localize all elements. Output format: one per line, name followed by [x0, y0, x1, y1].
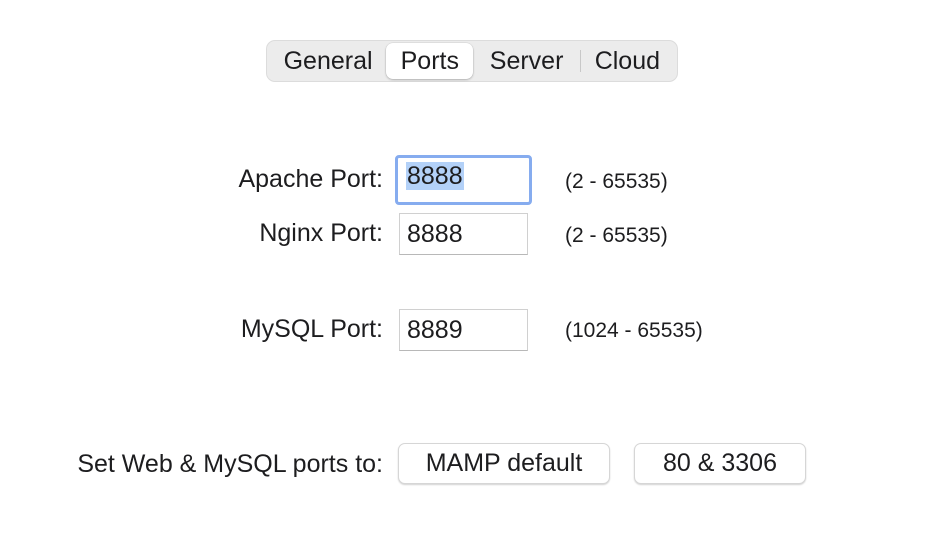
tab-ports[interactable]: Ports — [386, 43, 474, 79]
standard-ports-button[interactable]: 80 & 3306 — [634, 443, 806, 484]
mysql-port-input[interactable]: 8889 — [399, 309, 528, 351]
nginx-port-input[interactable]: 8888 — [399, 213, 528, 255]
mamp-default-button[interactable]: MAMP default — [398, 443, 610, 484]
ports-preferences-pane: General Ports Server Cloud Apache Port: … — [0, 0, 942, 552]
nginx-port-range: (2 - 65535) — [565, 224, 668, 247]
apache-port-value: 8888 — [406, 162, 464, 190]
tab-general[interactable]: General — [270, 43, 386, 79]
preferences-tab-bar: General Ports Server Cloud — [266, 40, 678, 82]
tab-server[interactable]: Server — [473, 43, 579, 79]
apache-port-range: (2 - 65535) — [565, 170, 668, 193]
tab-cloud[interactable]: Cloud — [581, 43, 674, 79]
mysql-port-range: (1024 - 65535) — [565, 319, 703, 342]
apache-port-input[interactable]: 8888 — [395, 155, 532, 205]
preset-ports-label: Set Web & MySQL ports to: — [77, 450, 383, 478]
apache-port-label: Apache Port: — [238, 165, 383, 193]
mysql-port-label: MySQL Port: — [240, 315, 383, 343]
nginx-port-label: Nginx Port: — [259, 219, 383, 247]
